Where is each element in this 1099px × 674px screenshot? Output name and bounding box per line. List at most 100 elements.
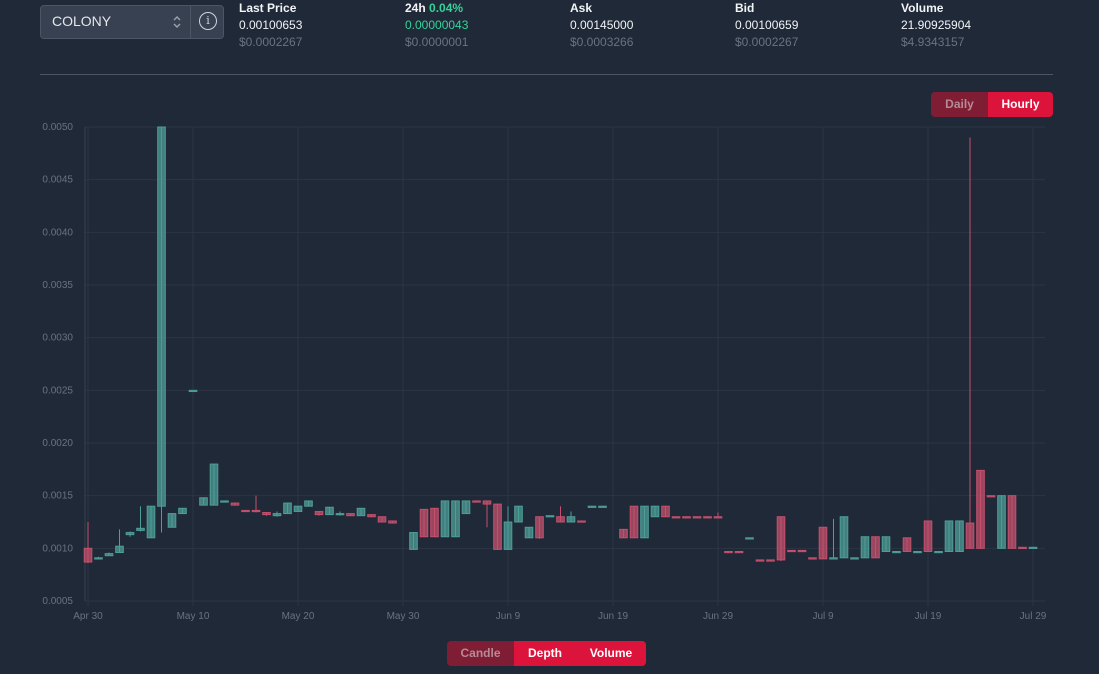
candle-body — [146, 505, 156, 539]
candle — [104, 552, 114, 557]
y-tick-label: 0.0015 — [42, 491, 73, 502]
candle-body — [556, 516, 565, 523]
candle — [199, 497, 208, 506]
candle-body — [125, 532, 135, 536]
volume-button[interactable]: Volume — [576, 641, 646, 666]
candle — [493, 503, 502, 550]
candle-body — [934, 550, 943, 554]
candle — [419, 508, 429, 538]
candle-body — [860, 536, 870, 559]
candle-body — [524, 526, 534, 539]
candle — [262, 512, 271, 516]
candle — [409, 532, 418, 550]
candle — [682, 516, 691, 519]
candle-button[interactable]: Candle — [447, 641, 514, 666]
y-tick-label: 0.0025 — [42, 385, 73, 396]
candle — [913, 550, 922, 554]
candle — [997, 495, 1006, 549]
candle-body — [314, 510, 324, 516]
candle-body — [272, 513, 282, 517]
y-tick-label: 0.0035 — [42, 280, 73, 291]
candle-body — [671, 516, 681, 519]
x-tick-label: Jun 19 — [598, 611, 628, 622]
candle-body — [419, 508, 429, 538]
candle-body — [913, 550, 922, 554]
candle — [566, 511, 576, 523]
candle-body — [251, 509, 261, 513]
candle — [482, 500, 492, 528]
candle-body — [104, 553, 114, 557]
candle-body — [902, 537, 912, 552]
candle-body — [766, 559, 775, 562]
x-tick-label: Jun 9 — [496, 611, 521, 622]
candle-body — [997, 495, 1006, 549]
candle — [304, 500, 313, 507]
candle-body — [776, 516, 786, 561]
candle — [850, 557, 859, 560]
candle — [734, 550, 744, 554]
candle — [955, 520, 964, 552]
candle-body — [682, 516, 691, 519]
depth-button[interactable]: Depth — [514, 641, 576, 666]
candle-body — [94, 557, 103, 560]
candle-body — [598, 505, 607, 508]
candle — [94, 556, 103, 560]
y-tick-label: 0.0045 — [42, 175, 73, 186]
candle — [745, 537, 754, 540]
candle — [272, 511, 282, 517]
candle-body — [136, 527, 145, 531]
candlestick-chart[interactable]: 0.0005 0.0010 0.0015 0.0020 0.0025 0.0030 0.00… — [0, 0, 1099, 640]
x-tick-label: Jul 19 — [915, 611, 942, 622]
candle-body — [346, 513, 355, 517]
candle-body — [892, 550, 901, 554]
candle — [640, 505, 649, 539]
candle — [472, 500, 481, 503]
candle-body — [797, 549, 807, 553]
candle — [692, 516, 702, 519]
candle — [314, 510, 324, 516]
candle — [629, 505, 639, 539]
candle — [944, 520, 954, 552]
candle — [829, 518, 838, 560]
candle-body — [293, 505, 303, 512]
candle-body — [209, 463, 219, 506]
candle — [976, 469, 985, 549]
candle-body — [262, 512, 271, 516]
candle-body — [535, 516, 544, 539]
candle-body — [871, 536, 880, 559]
candle — [524, 526, 534, 539]
candle-body — [388, 520, 397, 524]
candle — [451, 500, 460, 538]
candle-body — [325, 506, 334, 516]
candle-body — [451, 500, 460, 538]
candle-body — [472, 500, 481, 503]
candle-body — [503, 521, 513, 550]
candle-body — [829, 557, 838, 560]
candle — [860, 536, 870, 559]
candle-body — [692, 516, 702, 519]
candle — [136, 506, 145, 532]
candle — [503, 506, 513, 550]
candle-body — [356, 507, 366, 517]
candle-body — [619, 528, 628, 539]
x-tick-label: May 30 — [387, 611, 420, 622]
candle-body — [377, 516, 387, 523]
candle-body — [629, 505, 639, 539]
candle — [923, 520, 933, 552]
candle — [881, 536, 891, 552]
candle-body — [514, 505, 523, 523]
y-tick-label: 0.0010 — [42, 543, 73, 554]
candle-body — [640, 505, 649, 539]
candle-body — [955, 520, 964, 552]
candle-body — [986, 495, 996, 498]
candle — [514, 505, 523, 523]
candle — [724, 550, 733, 554]
candle-body — [745, 537, 754, 540]
y-tick-label: 0.0005 — [42, 596, 73, 607]
candle-body — [713, 516, 723, 519]
candle-body — [83, 547, 93, 563]
candle — [787, 549, 796, 553]
candle-body — [241, 509, 250, 513]
x-axis: Apr 30 May 10 May 20 May 30 Jun 9 Jun 19 Jun 2… — [73, 611, 1047, 622]
candle — [377, 516, 387, 523]
